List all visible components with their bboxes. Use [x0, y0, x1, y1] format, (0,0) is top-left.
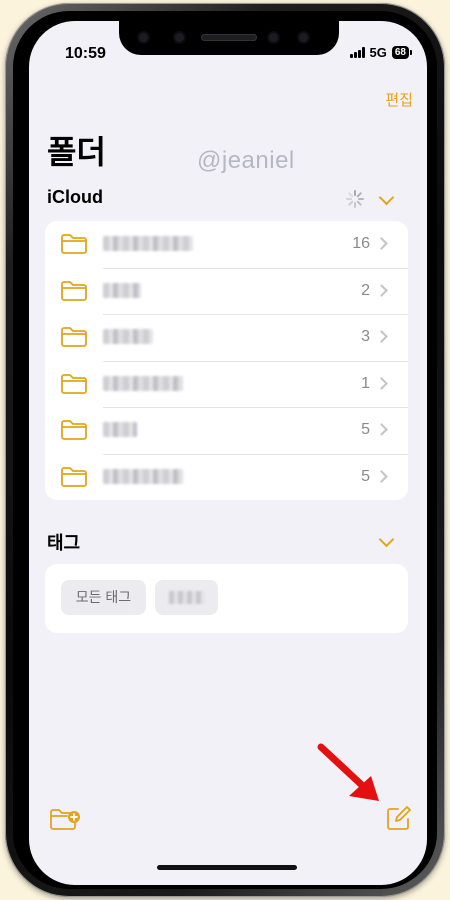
folder-row[interactable]: 1 — [45, 360, 408, 408]
icloud-folder-list: 16 2 3 1 5 5 — [45, 221, 408, 500]
battery-icon: 68 — [391, 46, 413, 59]
folder-name-redacted — [103, 422, 137, 437]
status-indicators: 5G 68 — [349, 45, 413, 60]
folder-icon — [61, 234, 87, 254]
status-time: 10:59 — [65, 45, 106, 62]
tags-collapse-chevron-icon[interactable] — [378, 531, 395, 548]
home-indicator[interactable] — [157, 865, 297, 870]
folder-name-redacted — [103, 236, 193, 251]
network-label: 5G — [369, 45, 387, 60]
icloud-collapse-chevron-icon[interactable] — [378, 189, 395, 206]
watermark: @jeaniel — [197, 147, 295, 174]
chevron-right-icon — [375, 283, 388, 297]
tag-name-redacted — [168, 591, 205, 604]
camera-icon — [269, 33, 278, 42]
sensor-icon — [139, 33, 148, 42]
folder-count: 3 — [361, 328, 370, 345]
phone-frame: 10:59 5G 68 편집 폴더 @jeaniel iCloud 16 2 3… — [5, 3, 445, 897]
tag-chip-redacted[interactable] — [155, 580, 218, 615]
folder-icon — [61, 280, 87, 301]
camera-icon — [299, 33, 308, 42]
chevron-right-icon — [375, 330, 388, 343]
folder-count: 16 — [352, 235, 370, 252]
folder-count: 1 — [361, 374, 370, 392]
folder-count: 5 — [361, 421, 370, 438]
folder-row[interactable]: 2 — [45, 267, 408, 315]
folder-row[interactable]: 5 — [45, 407, 408, 454]
sensor-icon — [175, 33, 184, 42]
folder-name-redacted — [103, 468, 183, 484]
speaker-grille — [201, 34, 257, 41]
folder-name-redacted — [103, 329, 153, 344]
folder-name-redacted — [103, 375, 183, 391]
folder-icon — [61, 373, 87, 394]
folder-icon — [61, 466, 87, 487]
folder-icon — [61, 327, 87, 347]
icloud-heading: iCloud — [47, 187, 103, 207]
edit-button[interactable]: 편집 — [385, 89, 413, 110]
folder-name-redacted — [103, 282, 141, 298]
phone-screen: 10:59 5G 68 편집 폴더 @jeaniel iCloud 16 2 3… — [29, 21, 427, 885]
folder-icon — [61, 420, 87, 440]
tags-card: 모든 태그 — [45, 564, 408, 633]
chevron-right-icon — [375, 237, 388, 250]
folder-count: 2 — [361, 281, 370, 299]
folder-count: 5 — [361, 467, 370, 485]
signal-icon — [349, 47, 365, 58]
compose-icon[interactable] — [385, 806, 411, 832]
chevron-right-icon — [375, 376, 388, 390]
chevron-right-icon — [375, 423, 388, 436]
tag-chip-all[interactable]: 모든 태그 — [61, 580, 146, 615]
folder-row[interactable]: 3 — [45, 314, 408, 361]
red-arrow-icon — [317, 743, 379, 801]
folder-row[interactable]: 5 — [45, 453, 408, 501]
chevron-right-icon — [375, 469, 388, 483]
tags-heading: 태그 — [47, 533, 81, 553]
page-title: 폴더 — [47, 134, 106, 170]
folder-row[interactable]: 16 — [45, 221, 408, 268]
notch — [119, 21, 339, 55]
folder-plus-icon[interactable] — [49, 807, 81, 833]
loading-spinner-icon — [346, 190, 364, 208]
